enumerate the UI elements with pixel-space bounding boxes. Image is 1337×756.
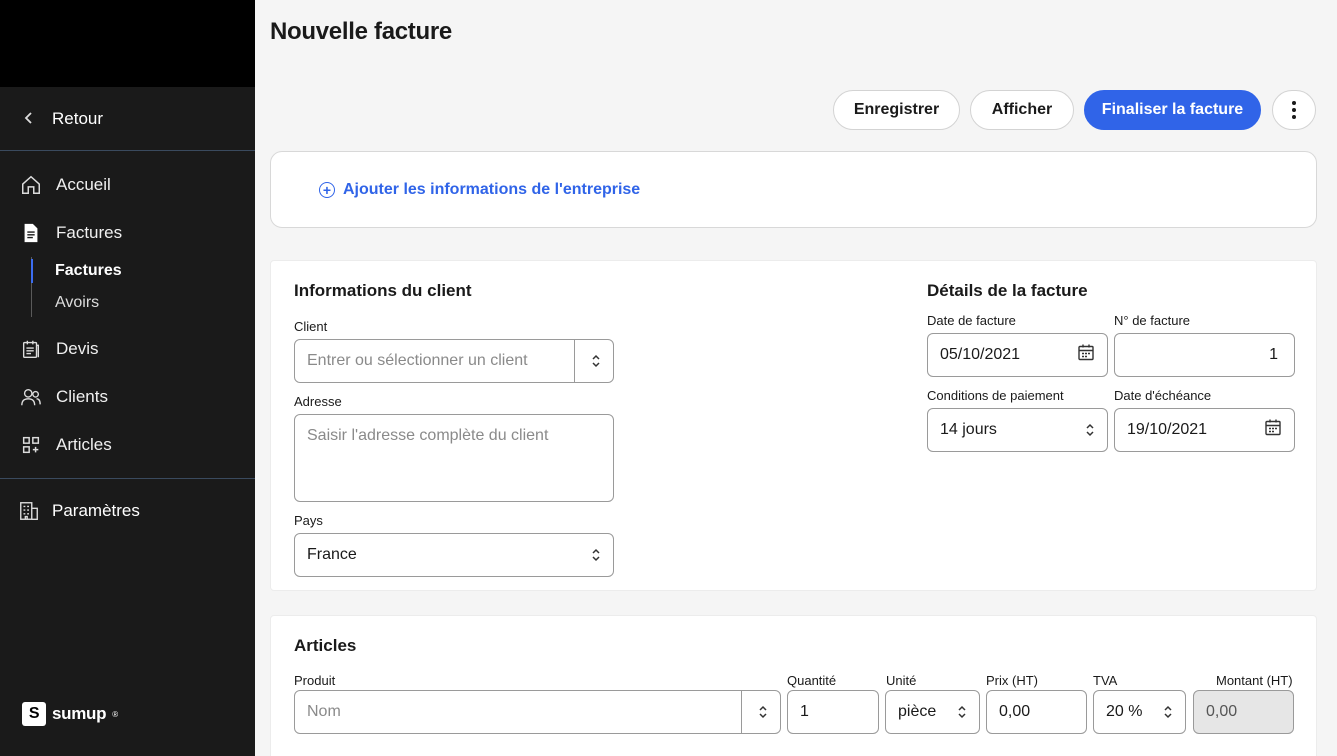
due-date-value: 19/10/2021: [1127, 421, 1208, 438]
chevron-updown-icon: [1163, 704, 1173, 720]
invoice-number-label: N° de facture: [1114, 313, 1191, 328]
save-button[interactable]: Enregistrer: [833, 90, 960, 130]
client-select-input[interactable]: Entrer ou sélectionner un client: [294, 339, 614, 383]
sidebar-subitem-avoirs[interactable]: Avoirs: [55, 287, 255, 319]
payment-terms-select[interactable]: 14 jours: [927, 408, 1108, 452]
chevron-updown-icon: [591, 353, 601, 369]
field-divider: [574, 340, 575, 382]
back-label: Retour: [52, 108, 104, 128]
quantity-value: 1: [800, 703, 809, 720]
client-label: Client: [294, 319, 328, 334]
sidebar-item-articles[interactable]: Articles: [0, 421, 255, 469]
calendar-icon: [1264, 419, 1282, 442]
sidebar-item-label: Accueil: [56, 175, 111, 194]
product-placeholder: Nom: [307, 703, 341, 720]
sidebar-submenu: Factures Avoirs: [31, 255, 255, 319]
vat-column-label: TVA: [1093, 673, 1118, 688]
invoice-date-label: Date de facture: [927, 313, 1016, 328]
invoice-number-input[interactable]: 1: [1114, 333, 1295, 377]
quantity-column-label: Quantité: [787, 673, 837, 688]
finalize-invoice-button[interactable]: Finaliser la facture: [1084, 90, 1261, 130]
articles-title: Articles: [294, 636, 357, 655]
more-vertical-icon-dot: [1292, 115, 1296, 119]
invoice-number-value: 1: [1269, 346, 1278, 363]
building-icon: [20, 502, 38, 520]
invoice-date-input[interactable]: 05/10/2021: [927, 333, 1108, 377]
payment-terms-value: 14 jours: [940, 421, 997, 438]
amount-value: 0,00: [1206, 703, 1238, 720]
articles-card: Articles Produit Quantité Unité Prix (HT…: [270, 615, 1317, 756]
vat-value: 20 %: [1106, 703, 1143, 720]
vat-select[interactable]: 20 %: [1093, 690, 1186, 734]
sidebar-item-parametres[interactable]: Paramètres: [0, 479, 255, 543]
price-column-label: Prix (HT): [986, 673, 1038, 688]
sidebar-header: [0, 0, 255, 87]
sidebar-item-label: Articles: [56, 435, 112, 454]
more-vertical-icon-dot: [1292, 108, 1296, 112]
sidebar-subitem-factures[interactable]: Factures: [31, 255, 255, 287]
page-title: Nouvelle facture: [270, 18, 452, 45]
sidebar-item-label: Factures: [56, 223, 123, 242]
document-icon: [24, 223, 38, 243]
chevron-updown-icon: [591, 547, 601, 563]
chevron-updown-icon: [957, 704, 967, 720]
view-button[interactable]: Afficher: [970, 90, 1074, 130]
unit-select[interactable]: pièce: [885, 690, 980, 734]
plus-circle-icon: +: [319, 181, 335, 198]
sumup-logo-icon: S: [22, 702, 46, 726]
sidebar-subitem-label: Factures: [55, 262, 122, 279]
client-invoice-card: Informations du client Client Entrer ou …: [270, 260, 1317, 591]
grid-plus-icon: [22, 436, 40, 454]
address-textarea[interactable]: Saisir l'adresse complète du client: [294, 414, 614, 502]
address-placeholder: Saisir l'adresse complète du client: [307, 427, 549, 444]
calendar-icon: [1077, 344, 1095, 367]
address-label: Adresse: [294, 394, 342, 409]
add-company-info-label: Ajouter les informations de l'entreprise: [343, 180, 641, 198]
sidebar-item-clients[interactable]: Clients: [0, 373, 255, 421]
invoice-date-value: 05/10/2021: [940, 346, 1021, 363]
sidebar-nav: Accueil Factures Factures Avoirs Devis C…: [0, 151, 255, 479]
amount-field: 0,00: [1193, 690, 1294, 734]
back-button[interactable]: Retour: [0, 87, 255, 151]
price-input[interactable]: 0,00: [986, 690, 1087, 734]
main-content: Nouvelle facture Enregistrer Afficher Fi…: [255, 0, 1337, 756]
product-name-input[interactable]: Nom: [294, 690, 781, 734]
sidebar: Retour Accueil Factures Factures Avoirs …: [0, 0, 255, 756]
unit-value: pièce: [898, 703, 937, 720]
amount-column-label: Montant (HT): [1216, 673, 1293, 688]
users-icon: [21, 388, 41, 406]
quote-icon: [22, 340, 40, 358]
sumup-logo: S sumup ®: [22, 702, 118, 726]
sidebar-item-accueil[interactable]: Accueil: [0, 161, 255, 209]
unit-column-label: Unité: [886, 673, 917, 688]
sumup-logo-registered: ®: [112, 709, 118, 719]
quantity-input[interactable]: 1: [787, 690, 879, 734]
sidebar-item-label: Devis: [56, 339, 99, 358]
sidebar-item-factures[interactable]: Factures: [0, 209, 255, 257]
sidebar-subitem-label: Avoirs: [55, 294, 100, 311]
price-value: 0,00: [999, 703, 1031, 720]
client-info-title: Informations du client: [294, 281, 472, 300]
payment-terms-label: Conditions de paiement: [927, 388, 1064, 403]
field-divider: [741, 691, 742, 733]
chevron-updown-icon: [758, 704, 768, 720]
due-date-input[interactable]: 19/10/2021: [1114, 408, 1295, 452]
sumup-logo-text: sumup: [52, 704, 107, 723]
product-column-label: Produit: [294, 673, 336, 688]
country-label: Pays: [294, 513, 323, 528]
country-select[interactable]: France: [294, 533, 614, 577]
due-date-label: Date d'échéance: [1114, 388, 1212, 403]
add-company-info-card[interactable]: + Ajouter les informations de l'entrepri…: [270, 151, 1317, 228]
sidebar-item-devis[interactable]: Devis: [0, 325, 255, 373]
more-options-button[interactable]: [1272, 90, 1316, 130]
country-value: France: [307, 546, 357, 563]
client-placeholder: Entrer ou sélectionner un client: [307, 352, 528, 369]
chevron-left-icon: [24, 111, 34, 127]
home-icon: [22, 175, 40, 194]
sidebar-item-label: Clients: [56, 387, 108, 406]
chevron-updown-icon: [1085, 422, 1095, 438]
sidebar-item-label: Paramètres: [52, 501, 140, 520]
invoice-details-title: Détails de la facture: [927, 281, 1088, 300]
more-vertical-icon: [1292, 101, 1296, 105]
